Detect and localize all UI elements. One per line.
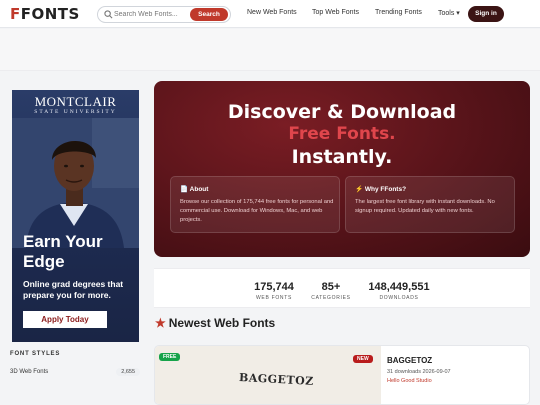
font-studio-link[interactable]: Hello Good Studio [387, 378, 432, 384]
stat-categories: 85+ CATEGORIES [311, 281, 351, 301]
ad-student-photo [12, 118, 139, 248]
hero-banner: Discover & Download Free Fonts. Instantl… [154, 81, 530, 257]
newest-fonts-heading: ★ Newest Web Fonts [155, 316, 276, 330]
search-button[interactable]: Search [190, 8, 228, 21]
font-styles-heading: FONT STYLES [10, 351, 61, 357]
hero-title-line-2: Free Fonts. [288, 124, 396, 144]
search-icon [104, 10, 113, 19]
stat-web-fonts: 175,744 WEB FONTS [254, 281, 294, 301]
about-card: 📄 About Browse our collection of 175,744… [170, 176, 340, 233]
new-badge: NEW [353, 355, 373, 363]
ad-headline: Earn Your Edge [23, 232, 103, 271]
font-preview-text: BAGGETOZ [238, 371, 315, 388]
stat-downloads: 148,449,551 DOWNLOADS [368, 281, 430, 301]
why-card-title: ⚡ Why FFonts? [355, 186, 407, 193]
font-preview[interactable]: FREE NEW BAGGETOZ [155, 346, 381, 404]
ad-school-name: MONTCLAIR [34, 94, 117, 109]
sidebar-item-3d-web-fonts[interactable]: 3D Web Fonts 2,655 [10, 367, 140, 379]
why-card-body: The largest free font library with insta… [355, 199, 495, 214]
font-meta: 31 downloads 2026-09-07 [387, 369, 451, 375]
about-card-body: Browse our collection of 175,744 free fo… [180, 199, 334, 223]
sidebar-advertisement[interactable]: MONTCLAIR STATE UNIVERSITY Earn Your Edge… [12, 90, 139, 342]
search-input[interactable] [114, 8, 194, 21]
nav-trending-fonts[interactable]: Trending Fonts [375, 9, 422, 16]
site-logo[interactable]: FFONTS [10, 5, 80, 23]
font-name[interactable]: BAGGETOZ [387, 356, 432, 365]
ad-school-subtitle: STATE UNIVERSITY [34, 109, 117, 115]
about-card-title: 📄 About [180, 186, 209, 193]
search-bar: Search [97, 6, 231, 23]
stats-bar: 175,744 WEB FONTS 85+ CATEGORIES 148,449,5… [154, 268, 530, 308]
sidebar-item-label: 3D Web Fonts [10, 369, 49, 375]
font-card[interactable]: FREE NEW BAGGETOZ BAGGETOZ 31 downloads … [154, 345, 530, 405]
why-card: ⚡ Why FFonts? The largest free font libr… [345, 176, 515, 233]
nav-tools-dropdown[interactable]: Tools ▾ [438, 9, 460, 17]
ad-banner-area [0, 29, 540, 71]
ad-subheadline: Online grad degrees that prepare you for … [23, 279, 124, 300]
hero-title-line-1: Discover & Download [227, 101, 457, 123]
sidebar-item-next[interactable] [10, 383, 140, 395]
star-icon: ★ [155, 316, 166, 330]
sidebar-item-count: 2,655 [116, 368, 140, 376]
ad-apply-button[interactable]: Apply Today [23, 311, 107, 328]
hero-title-line-3: Instantly. [291, 146, 393, 168]
nav-new-web-fonts[interactable]: New Web Fonts [247, 9, 297, 16]
free-badge: FREE [159, 353, 181, 361]
top-header: FFONTS Search New Web Fonts Top Web Font… [0, 0, 540, 28]
nav-top-web-fonts[interactable]: Top Web Fonts [312, 9, 359, 16]
sign-in-button[interactable]: Sign in [468, 6, 504, 22]
